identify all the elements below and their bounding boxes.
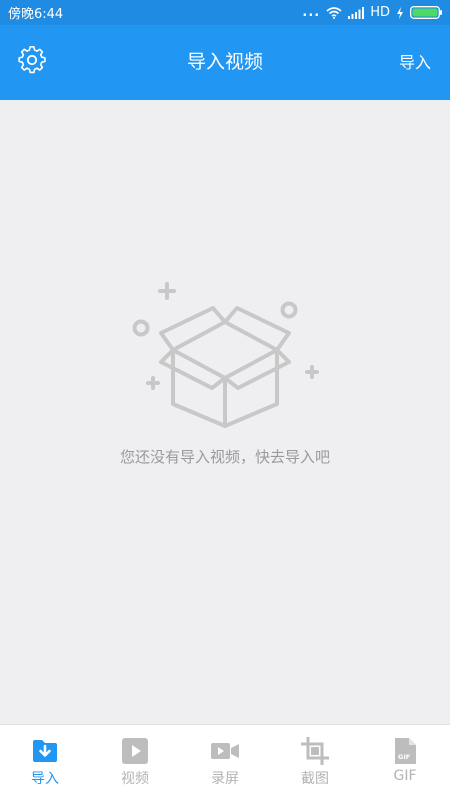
play-icon bbox=[121, 737, 149, 765]
tab-label: 录屏 bbox=[211, 771, 239, 787]
gear-icon bbox=[17, 45, 47, 79]
wifi-icon bbox=[326, 6, 342, 19]
network-type: HD bbox=[370, 5, 390, 20]
tab-import[interactable]: 导入 bbox=[0, 725, 90, 800]
status-time: 傍晚6:44 bbox=[8, 7, 64, 22]
tab-label: 导入 bbox=[31, 771, 59, 787]
status-indicators: ... HD bbox=[302, 5, 442, 20]
tab-screenshot[interactable]: 截图 bbox=[270, 725, 360, 800]
status-bar: 傍晚6:44 ... HD bbox=[0, 0, 450, 25]
page-title: 导入视频 bbox=[186, 51, 263, 73]
camera-icon bbox=[211, 737, 239, 765]
import-button[interactable]: 导入 bbox=[399, 25, 431, 100]
main-content: 您还没有导入视频，快去导入吧 bbox=[0, 100, 450, 724]
empty-box-icon bbox=[125, 276, 325, 428]
tab-gif[interactable]: GIF GIF bbox=[360, 725, 450, 800]
empty-message: 您还没有导入视频，快去导入吧 bbox=[119, 448, 330, 466]
tab-videos[interactable]: 视频 bbox=[90, 725, 180, 800]
bottom-tab-bar: 导入 视频 录屏 截图 GIF GIF bbox=[0, 724, 450, 800]
tab-label: 截图 bbox=[301, 771, 329, 787]
settings-button[interactable] bbox=[14, 44, 50, 80]
svg-text:GIF: GIF bbox=[398, 753, 410, 761]
app-bar: 导入视频 导入 bbox=[0, 25, 450, 100]
import-folder-icon bbox=[31, 737, 59, 765]
status-dots: ... bbox=[302, 5, 321, 20]
signal-icon bbox=[348, 6, 365, 19]
tab-label: GIF bbox=[393, 768, 417, 784]
tab-label: 视频 bbox=[121, 771, 149, 787]
tab-screen-record[interactable]: 录屏 bbox=[180, 725, 270, 800]
battery-icon bbox=[410, 6, 442, 19]
crop-icon bbox=[301, 737, 329, 765]
charging-icon bbox=[396, 6, 404, 19]
gif-file-icon: GIF bbox=[391, 737, 419, 765]
